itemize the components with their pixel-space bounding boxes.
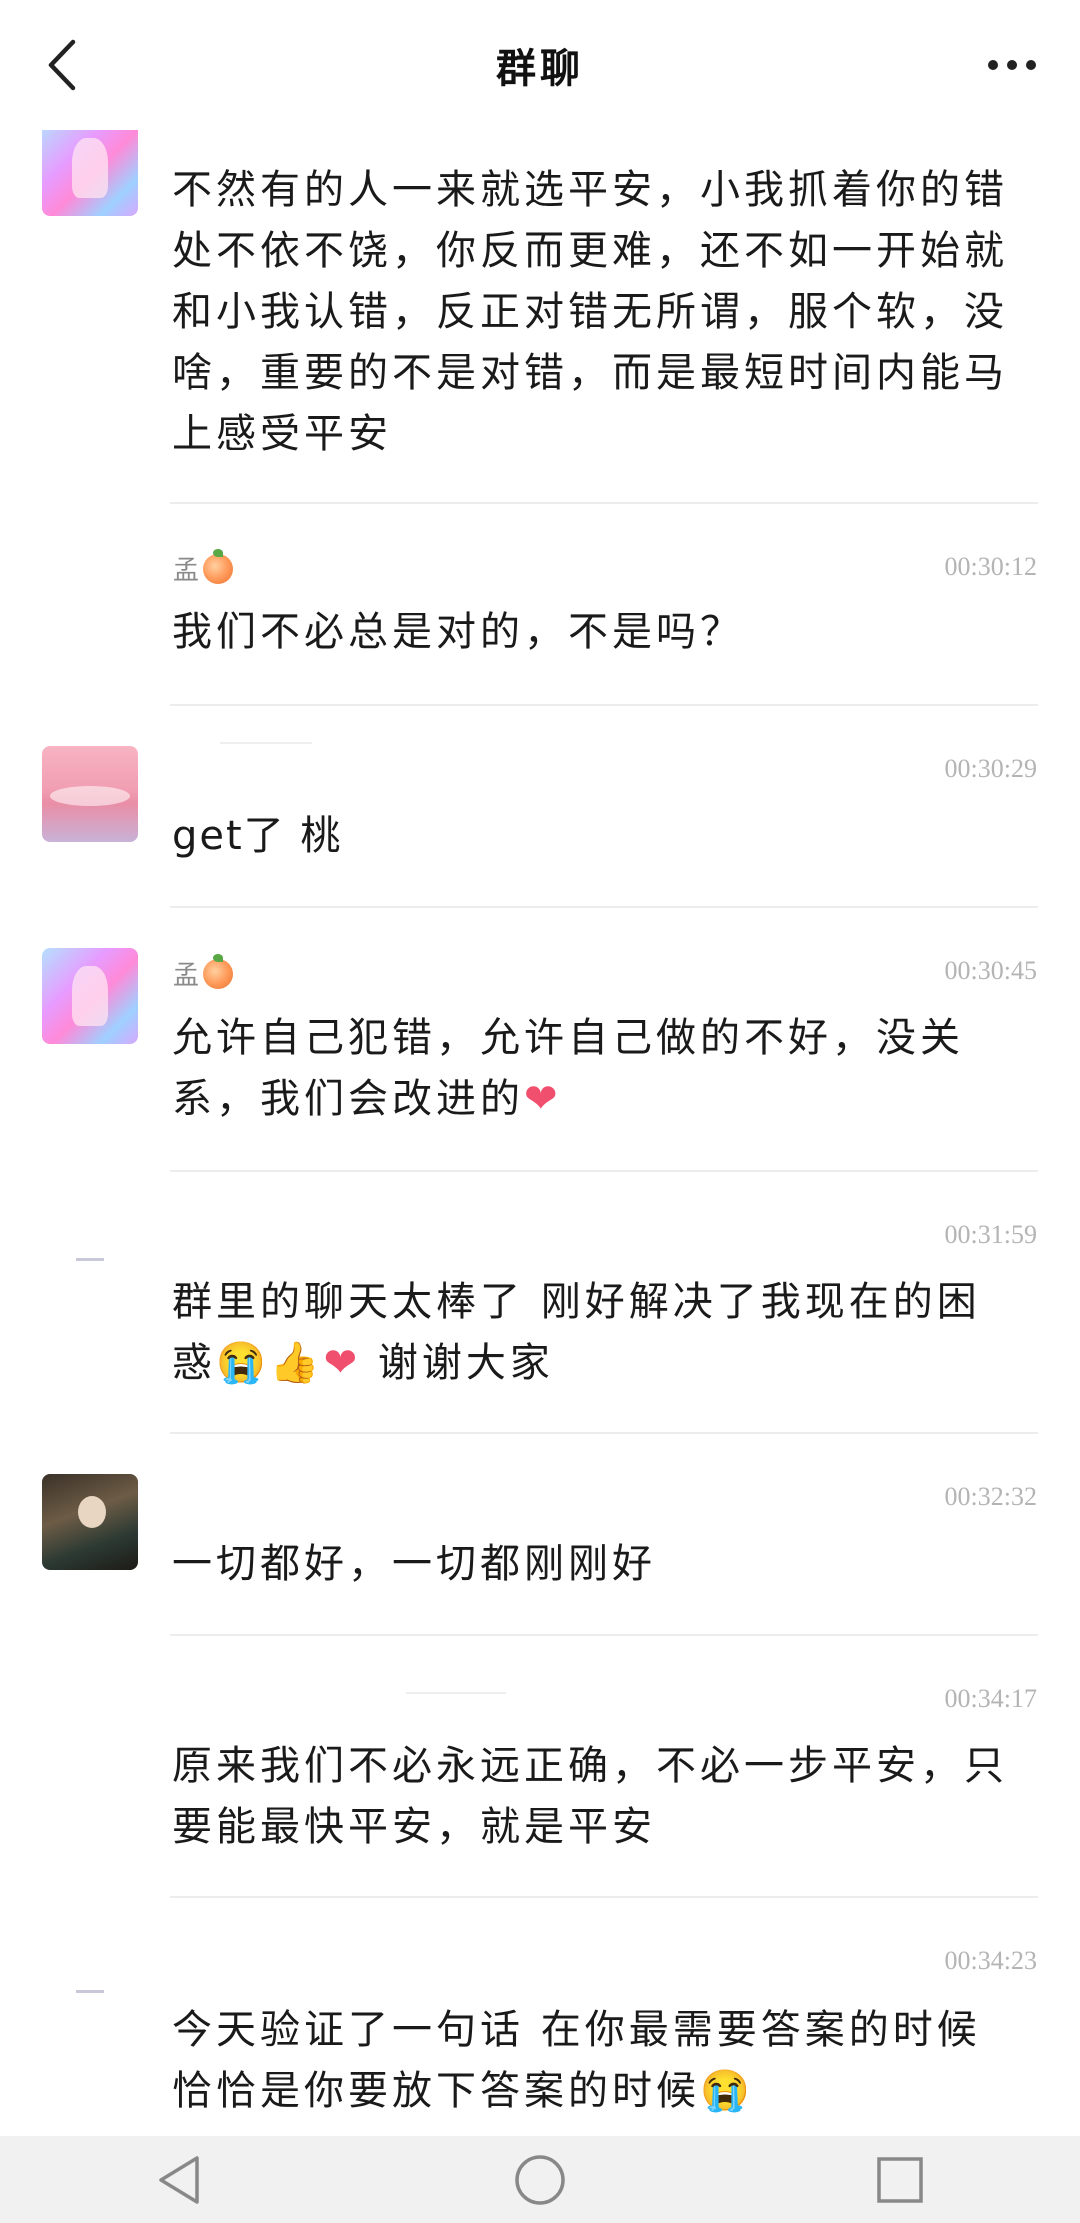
system-nav-bar: [0, 2136, 1080, 2223]
sender-name[interactable]: 孟: [173, 953, 234, 992]
message-divider: [170, 1170, 1038, 1172]
message-text-line: 群里的聊天太棒了 刚好解决了我现在的困: [172, 1279, 981, 1325]
sender-name[interactable]: 孟: [173, 548, 234, 587]
message-text: 今天验证了一句话 在你最需要答案的时候恰恰是你要放下答案的时候😭: [172, 2000, 1012, 2122]
message-text: 允许自己犯错，允许自己做的不好，没关系，我们会改进的❤: [172, 1008, 1012, 1130]
message-text: 一切都好，一切都刚刚好: [172, 1541, 656, 1587]
avatar[interactable]: [42, 948, 138, 1044]
message-text-line: 惑: [172, 1340, 216, 1386]
message-time: 00:30:29: [944, 754, 1037, 783]
square-recents-icon: [877, 2156, 923, 2203]
avatar[interactable]: [42, 1946, 138, 2042]
sender-name-placeholder: [406, 1692, 506, 1694]
avatar[interactable]: [42, 746, 138, 842]
message-divider: [170, 1896, 1038, 1898]
avatar[interactable]: [42, 1214, 138, 1310]
message-time: 00:34:23: [944, 1946, 1037, 1975]
crying-face-icon: 😭: [216, 1340, 270, 1386]
message-text-line: 谢谢大家: [361, 1340, 554, 1386]
avatar[interactable]: [42, 1474, 138, 1570]
nav-recents-button[interactable]: [860, 2140, 940, 2220]
message-text: 群里的聊天太棒了 刚好解决了我现在的困 惑😭👍❤ 谢谢大家: [172, 1272, 1012, 1394]
app-header: 群聊: [0, 0, 1080, 130]
message-divider: [170, 906, 1038, 908]
more-button[interactable]: [972, 40, 1052, 90]
sender-label: 孟: [173, 961, 200, 991]
more-dots-icon: [1026, 60, 1036, 70]
circle-home-icon: [515, 2154, 565, 2205]
peach-icon: [203, 548, 234, 584]
message-divider: [170, 1634, 1038, 1636]
thumbs-up-icon: 👍: [269, 1340, 324, 1386]
message-text: 我们不必总是对的，不是吗？: [172, 609, 744, 655]
message-text-body: 今天验证了一句话 在你最需要答案的时候恰恰是你要放下答案的时候: [172, 2007, 981, 2114]
message-text: 不然有的人一来就选平安，小我抓着你的错处不依不饶，你反而更难，还不如一开始就和小…: [172, 167, 1008, 457]
message-text-body: 允许自己犯错，允许自己做的不好，没关系，我们会改进的: [172, 1015, 964, 1122]
sender-name-placeholder: [220, 742, 312, 744]
avatar[interactable]: [42, 120, 138, 216]
message-time: 00:31:59: [944, 1220, 1037, 1249]
crying-face-icon: 😭: [700, 2068, 754, 2114]
message-divider: [170, 502, 1038, 504]
more-dots-icon: [988, 60, 998, 70]
message-time: 00:30:45: [944, 956, 1037, 985]
heart-icon: ❤: [323, 1340, 362, 1386]
message-time: 00:32:32: [944, 1482, 1037, 1511]
peach-icon: [203, 953, 234, 989]
triangle-back-icon: [159, 2155, 199, 2204]
sender-label: 孟: [173, 556, 200, 586]
message-divider: [170, 704, 1038, 706]
more-dots-icon: [1007, 60, 1017, 70]
message-time: 00:30:12: [944, 552, 1037, 581]
chat-screen: 不然有的人一来就选平安，小我抓着你的错处不依不饶，你反而更难，还不如一开始就和小…: [0, 0, 1080, 2223]
message-time: 00:34:17: [944, 1684, 1037, 1713]
message-text: get了 桃: [172, 813, 343, 859]
nav-home-button[interactable]: [500, 2140, 580, 2220]
nav-back-button[interactable]: [140, 2140, 220, 2220]
page-title: 群聊: [496, 46, 584, 92]
heart-icon: ❤: [524, 1076, 562, 1122]
message-text: 原来我们不必永远正确，不必一步平安，只要能最快平安，就是平安: [172, 1743, 1008, 1850]
message-divider: [170, 1432, 1038, 1434]
